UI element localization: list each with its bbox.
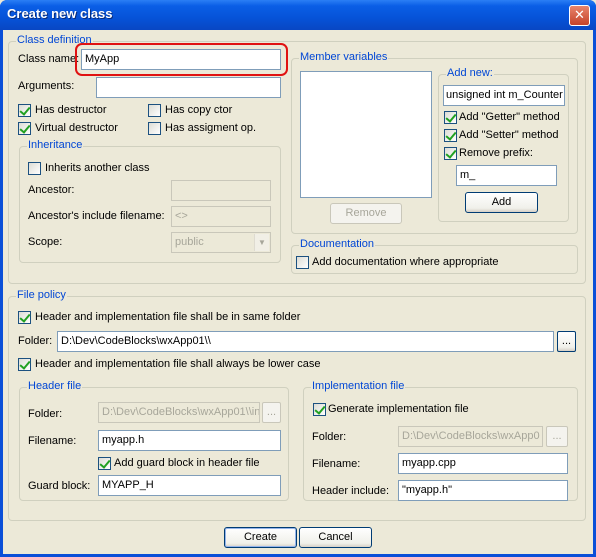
inherits-checkbox[interactable] <box>28 162 41 175</box>
add-documentation-checkbox[interactable] <box>296 256 309 269</box>
create-button[interactable]: Create <box>224 527 297 548</box>
guard-block-check-label: Add guard block in header file <box>114 457 260 469</box>
ancestor-label: Ancestor: <box>28 184 75 196</box>
class-name-highlight <box>75 43 288 76</box>
member-variables-list[interactable] <box>300 71 432 198</box>
add-member-button[interactable]: Add <box>465 192 538 213</box>
impl-folder-input[interactable]: D:\Dev\CodeBlocks\wxApp0 <box>398 426 543 447</box>
ancestor-include-input[interactable]: <> <box>171 206 271 227</box>
header-filename-input[interactable]: myapp.h <box>98 430 281 451</box>
implementation-file-legend: Implementation file <box>311 380 406 392</box>
arguments-label: Arguments: <box>18 80 75 92</box>
new-member-input[interactable]: unsigned int m_Counter <box>443 85 565 106</box>
impl-filename-input[interactable]: myapp.cpp <box>398 453 568 474</box>
documentation-legend: Documentation <box>299 238 375 250</box>
arguments-input[interactable] <box>96 77 281 98</box>
prefix-input[interactable]: m_ <box>456 165 557 186</box>
generate-implementation-checkbox[interactable] <box>313 403 326 416</box>
header-folder-input[interactable]: D:\Dev\CodeBlocks\wxApp01\\in <box>98 402 260 423</box>
class-name-label: Class name: <box>18 53 80 65</box>
scope-value: public <box>175 236 204 248</box>
header-include-label: Header include: <box>312 485 390 497</box>
add-getter-checkbox[interactable] <box>444 111 457 124</box>
add-documentation-label: Add documentation where appropriate <box>312 256 499 268</box>
guard-block-input[interactable]: MYAPP_H <box>98 475 281 496</box>
ancestor-include-label: Ancestor's include filename: <box>28 210 165 222</box>
member-variables-legend: Member variables <box>299 51 389 63</box>
scope-label: Scope: <box>28 236 63 248</box>
remove-prefix-label: Remove prefix: <box>459 147 533 159</box>
same-folder-label: Header and implementation file shall be … <box>35 311 301 323</box>
impl-folder-browse-button[interactable]: ... <box>546 426 568 447</box>
add-new-legend: Add new: <box>446 67 494 79</box>
header-folder-label: Folder: <box>28 408 63 420</box>
impl-folder-label: Folder: <box>312 431 347 443</box>
scope-select[interactable]: public ▼ <box>171 232 271 253</box>
dialog-window: Create new class ✕ Class definition Clas… <box>0 0 596 557</box>
has-destructor-checkbox[interactable] <box>18 104 31 117</box>
header-include-input[interactable]: "myapp.h" <box>398 480 568 501</box>
remove-prefix-checkbox[interactable] <box>444 147 457 160</box>
remove-button[interactable]: Remove <box>330 203 402 224</box>
header-filename-label: Filename: <box>28 435 77 447</box>
file-policy-legend: File policy <box>16 289 67 301</box>
virtual-destructor-checkbox[interactable] <box>18 122 31 135</box>
cancel-button[interactable]: Cancel <box>299 527 372 548</box>
dialog-client: Class definition Class name: MyApp Argum… <box>3 30 593 554</box>
guard-block-checkbox[interactable] <box>98 457 111 470</box>
policy-folder-input[interactable]: D:\Dev\CodeBlocks\wxApp01\\ <box>57 331 554 352</box>
add-setter-label: Add "Setter" method <box>459 129 559 141</box>
impl-filename-label: Filename: <box>312 458 361 470</box>
has-assignment-op-label: Has assigment op. <box>165 122 257 134</box>
create-button-label: Create <box>243 531 278 543</box>
has-copy-ctor-label: Has copy ctor <box>165 104 233 116</box>
add-setter-checkbox[interactable] <box>444 129 457 142</box>
close-button[interactable]: ✕ <box>569 5 590 26</box>
window-title: Create new class <box>7 6 113 21</box>
cancel-button-label: Cancel <box>318 531 353 543</box>
guard-block-label: Guard block: <box>28 480 91 492</box>
policy-folder-browse-button[interactable]: ... <box>557 331 576 352</box>
has-copy-ctor-checkbox[interactable] <box>148 104 161 117</box>
generate-implementation-label: Generate implementation file <box>328 403 469 415</box>
virtual-destructor-label: Virtual destructor <box>35 122 118 134</box>
lower-case-checkbox[interactable] <box>18 358 31 371</box>
add-getter-label: Add "Getter" method <box>459 111 560 123</box>
inheritance-legend: Inheritance <box>27 139 84 151</box>
title-bar[interactable]: Create new class ✕ <box>0 0 596 30</box>
ancestor-input[interactable] <box>171 180 271 201</box>
chevron-down-icon: ▼ <box>254 234 269 251</box>
header-folder-browse-button[interactable]: ... <box>262 402 281 423</box>
has-destructor-label: Has destructor <box>35 104 107 116</box>
has-assignment-op-checkbox[interactable] <box>148 122 161 135</box>
lower-case-label: Header and implementation file shall alw… <box>35 358 321 370</box>
policy-folder-label: Folder: <box>18 335 53 347</box>
header-file-legend: Header file <box>27 380 83 392</box>
inherits-label: Inherits another class <box>45 162 150 174</box>
same-folder-checkbox[interactable] <box>18 311 31 324</box>
